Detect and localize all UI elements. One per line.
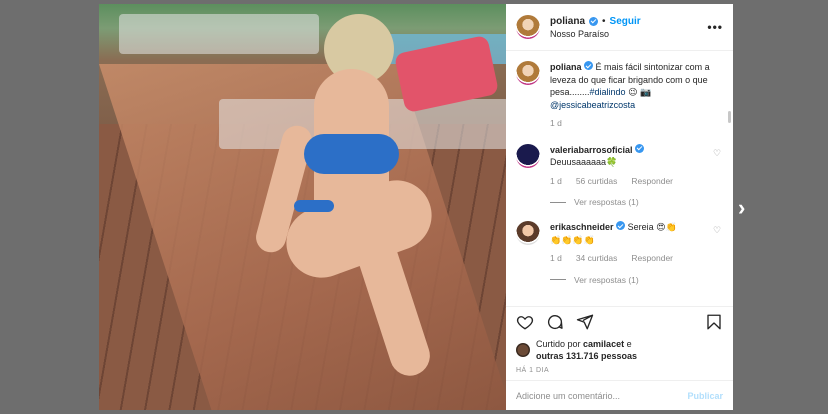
liker-username[interactable]: camilacet <box>583 339 624 349</box>
view-replies[interactable]: Ver respostas (1) <box>550 197 723 207</box>
author-avatar[interactable] <box>516 15 540 39</box>
share-send-icon[interactable] <box>576 313 594 331</box>
replies-line <box>550 201 566 203</box>
comment-time: 1 d <box>550 253 562 263</box>
author-username[interactable]: poliana <box>550 16 585 27</box>
comment-bubble-icon[interactable] <box>546 313 564 331</box>
scrollbar[interactable] <box>728 111 731 123</box>
view-replies-label[interactable]: Ver respostas (1) <box>574 197 639 207</box>
separator: • <box>602 15 606 27</box>
comment-body: valeriabarrosoficial Deuusaaaaaa🍀 1 d 56… <box>550 143 703 188</box>
comments-list[interactable]: poliana É mais fácil sintonizar com a le… <box>506 51 733 306</box>
commenter-avatar[interactable] <box>516 143 540 168</box>
comment: erikaschneider Sereia 😍👏 👏👏👏👏 1 d 34 cur… <box>516 221 723 285</box>
publish-button[interactable]: Publicar <box>687 391 723 401</box>
post-panel: poliana • Seguir Nosso Paraíso ••• polia… <box>506 4 733 410</box>
likes-summary: Curtido por camilacet e outras 131.716 p… <box>506 336 733 362</box>
comment-row: valeriabarrosoficial Deuusaaaaaa🍀 1 d 56… <box>516 143 723 188</box>
likes-others[interactable]: outras 131.716 pessoas <box>536 351 637 361</box>
reply-button[interactable]: Responder <box>631 175 673 188</box>
caption-body: poliana É mais fácil sintonizar com a le… <box>550 61 723 130</box>
like-heart-icon[interactable] <box>516 313 534 331</box>
add-comment-bar: Publicar <box>506 380 733 410</box>
post-actions <box>506 306 733 336</box>
photo-bikini-top <box>304 134 399 174</box>
save-bookmark-icon[interactable] <box>705 313 723 331</box>
caption-username[interactable]: poliana <box>550 62 582 72</box>
commenter-avatar[interactable] <box>516 221 540 245</box>
likes-text: Curtido por camilacet e outras 131.716 p… <box>536 338 637 362</box>
follow-button[interactable]: Seguir <box>610 16 641 27</box>
comment-like-icon[interactable]: ♡ <box>713 148 723 158</box>
likes-mid: e <box>626 339 632 349</box>
caption-mention[interactable]: @jessicabeatrizcosta <box>550 100 635 110</box>
verified-badge-icon <box>616 221 626 230</box>
comment-username[interactable]: erikaschneider <box>550 222 614 232</box>
comment-body: erikaschneider Sereia 😍👏 👏👏👏👏 1 d 34 cur… <box>550 221 703 265</box>
post-photo[interactable] <box>99 4 506 410</box>
caption-meta: 1 d <box>550 117 723 130</box>
comment-text: Sereia 😍👏 <box>627 222 677 232</box>
verified-badge-icon <box>584 61 594 70</box>
more-options-icon[interactable]: ••• <box>707 20 723 34</box>
reply-button[interactable]: Responder <box>631 252 673 265</box>
likes-prefix: Curtido por <box>536 339 581 349</box>
verified-badge-icon <box>635 143 645 153</box>
comment: valeriabarrosoficial Deuusaaaaaa🍀 1 d 56… <box>516 143 723 207</box>
post-location[interactable]: Nosso Paraíso <box>550 29 707 39</box>
replies-line <box>550 279 566 280</box>
view-replies[interactable]: Ver respostas (1) <box>550 275 723 285</box>
caption-hashtag[interactable]: #dialindo <box>590 87 626 97</box>
comment-meta: 1 d 34 curtidas Responder <box>550 252 703 265</box>
comment-emojis: 👏👏👏👏 <box>550 234 595 245</box>
verified-badge-icon <box>589 16 599 26</box>
header-text: poliana • Seguir Nosso Paraíso <box>550 16 707 39</box>
comment-time: 1 d <box>550 175 562 186</box>
comment-like-icon[interactable]: ♡ <box>713 225 723 235</box>
comment-likes[interactable]: 34 curtidas <box>576 252 618 265</box>
comment-username[interactable]: valeriabarrosoficial <box>550 145 633 155</box>
view-replies-label[interactable]: Ver respostas (1) <box>574 275 639 285</box>
header-row: poliana • Seguir <box>550 16 707 27</box>
next-post-chevron-icon[interactable]: › <box>738 196 754 220</box>
photo-bikini-bottom <box>294 200 334 212</box>
caption-emoji: 😉 📷 <box>628 87 652 97</box>
comment-row: erikaschneider Sereia 😍👏 👏👏👏👏 1 d 34 cur… <box>516 221 723 265</box>
comment-likes[interactable]: 56 curtidas <box>576 175 618 188</box>
author-avatar[interactable] <box>516 61 540 85</box>
comment-meta: 1 d 56 curtidas Responder <box>550 175 703 188</box>
photo-person <box>252 14 464 394</box>
post-header: poliana • Seguir Nosso Paraíso ••• <box>506 4 733 51</box>
post-time-ago[interactable]: HÁ 1 DIA <box>506 362 733 380</box>
comment-text: Deuusaaaaaa🍀 <box>550 157 618 167</box>
liker-avatar[interactable] <box>516 343 530 357</box>
comment-input[interactable] <box>516 390 688 401</box>
caption: poliana É mais fácil sintonizar com a le… <box>516 61 723 130</box>
caption-time: 1 d <box>550 118 562 128</box>
